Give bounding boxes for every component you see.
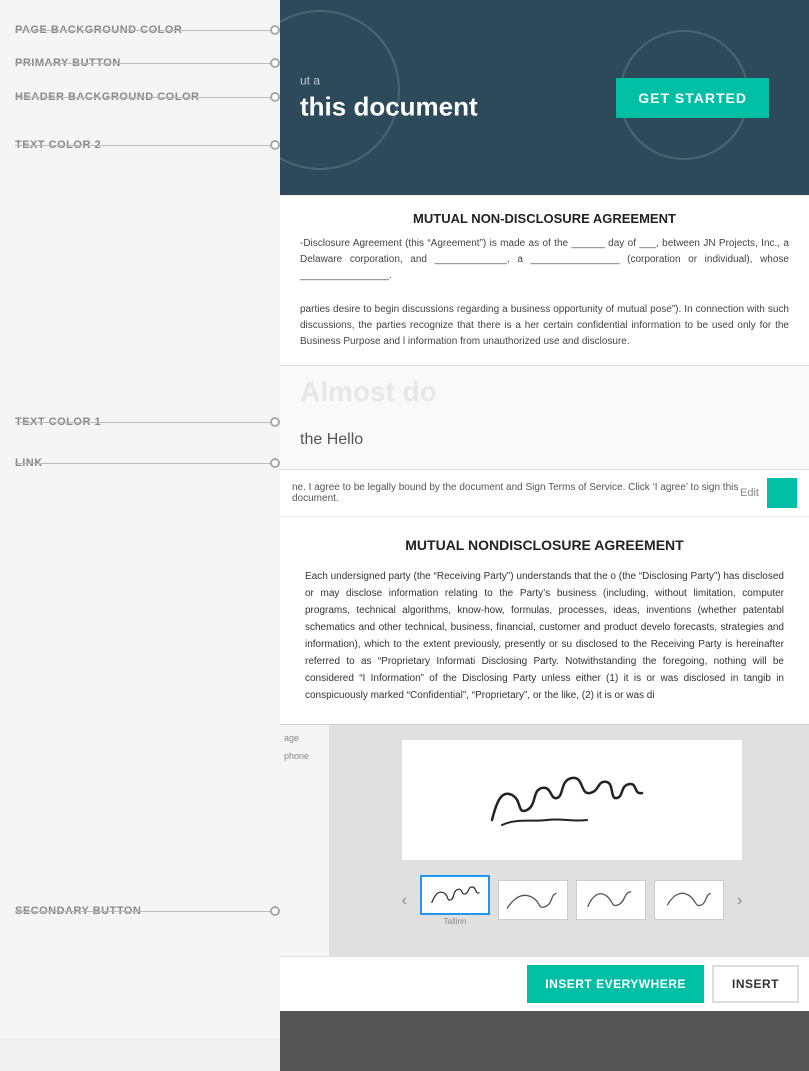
text-color2-dot bbox=[270, 140, 280, 150]
link-dot bbox=[270, 458, 280, 468]
header-bg-line bbox=[15, 97, 280, 98]
sig-sidebar: age phone bbox=[280, 725, 330, 956]
action-bar: INSERT EVERYWHERE INSERT bbox=[280, 956, 809, 1011]
secondary-btn-dot bbox=[270, 906, 280, 916]
next-arrow[interactable]: › bbox=[732, 887, 747, 915]
mnda-title: MUTUAL NONDISCLOSURE AGREEMENT bbox=[305, 537, 784, 553]
page-wrapper: PAGE BACKGROUND COLOR PRIMARY BUTTON HEA… bbox=[0, 0, 809, 1038]
prev-arrow[interactable]: ‹ bbox=[397, 887, 412, 915]
nda-document-section: MUTUAL NON-DISCLOSURE AGREEMENT -Disclos… bbox=[280, 195, 809, 365]
almost-done-section: Almost do the Hello bbox=[280, 365, 809, 469]
nda-title: MUTUAL NON-DISCLOSURE AGREEMENT bbox=[300, 211, 789, 226]
insert-button[interactable]: INSERT bbox=[712, 965, 799, 1003]
almost-done-watermark: Almost do bbox=[300, 376, 437, 408]
header-text-area: ut a this document bbox=[300, 73, 478, 122]
sig-sidebar-phone: phone bbox=[284, 751, 325, 761]
hello-text: the Hello bbox=[300, 431, 789, 449]
primary-btn-line bbox=[15, 63, 280, 64]
sig-thumb-1-label: Tallinn bbox=[444, 917, 467, 926]
signature-svg bbox=[472, 760, 672, 840]
sig-thumb-group-4 bbox=[654, 880, 724, 922]
link-line bbox=[15, 463, 280, 464]
mnda-text: Each undersigned party (the “Receiving P… bbox=[305, 568, 784, 704]
signature-display bbox=[402, 740, 742, 860]
sig-thumb-group-3 bbox=[576, 880, 646, 922]
agree-indicator bbox=[767, 478, 797, 508]
edit-link[interactable]: Edit bbox=[740, 487, 759, 499]
sig-main-area: ‹ Tallinn bbox=[350, 740, 794, 926]
sig-thumb-group-2 bbox=[498, 880, 568, 922]
agree-bar: ne. I agree to be legally bound by the d… bbox=[280, 469, 809, 516]
sig-thumb-2[interactable] bbox=[498, 880, 568, 920]
dark-footer bbox=[280, 1011, 809, 1071]
text-color1-dot bbox=[270, 417, 280, 427]
secondary-btn-line bbox=[15, 911, 280, 912]
mnda-section: MUTUAL NONDISCLOSURE AGREEMENT Each unde… bbox=[280, 516, 809, 724]
document-header-section: ut a this document GET STARTED bbox=[280, 0, 809, 195]
header-big-text: this document bbox=[300, 91, 478, 122]
left-panel: PAGE BACKGROUND COLOR PRIMARY BUTTON HEA… bbox=[0, 0, 280, 1038]
sig-thumb-3[interactable] bbox=[576, 880, 646, 920]
header-bg-dot bbox=[270, 92, 280, 102]
right-panel: ut a this document GET STARTED MUTUAL NO… bbox=[280, 0, 809, 1071]
text-color2-line bbox=[15, 145, 280, 146]
insert-everywhere-button[interactable]: INSERT EVERYWHERE bbox=[527, 965, 704, 1003]
sig-thumb-4[interactable] bbox=[654, 880, 724, 920]
signature-section: age phone ‹ bbox=[280, 724, 809, 956]
page-bg-line bbox=[15, 30, 280, 31]
nda-text-1: -Disclosure Agreement (this “Agreement”)… bbox=[300, 236, 789, 284]
agree-text: ne. I agree to be legally bound by the d… bbox=[292, 482, 740, 504]
sig-sidebar-text: age bbox=[284, 733, 325, 743]
text-color1-line bbox=[15, 422, 280, 423]
nda-text-2: parties desire to begin discussions rega… bbox=[300, 302, 789, 350]
signature-thumbnails: ‹ Tallinn bbox=[350, 875, 794, 926]
primary-btn-dot bbox=[270, 58, 280, 68]
header-small-text: ut a bbox=[300, 73, 478, 87]
get-started-button[interactable]: GET STARTED bbox=[616, 78, 769, 118]
sig-thumb-1[interactable] bbox=[420, 875, 490, 915]
page-bg-dot bbox=[270, 25, 280, 35]
sig-thumb-group-1: Tallinn bbox=[420, 875, 490, 926]
